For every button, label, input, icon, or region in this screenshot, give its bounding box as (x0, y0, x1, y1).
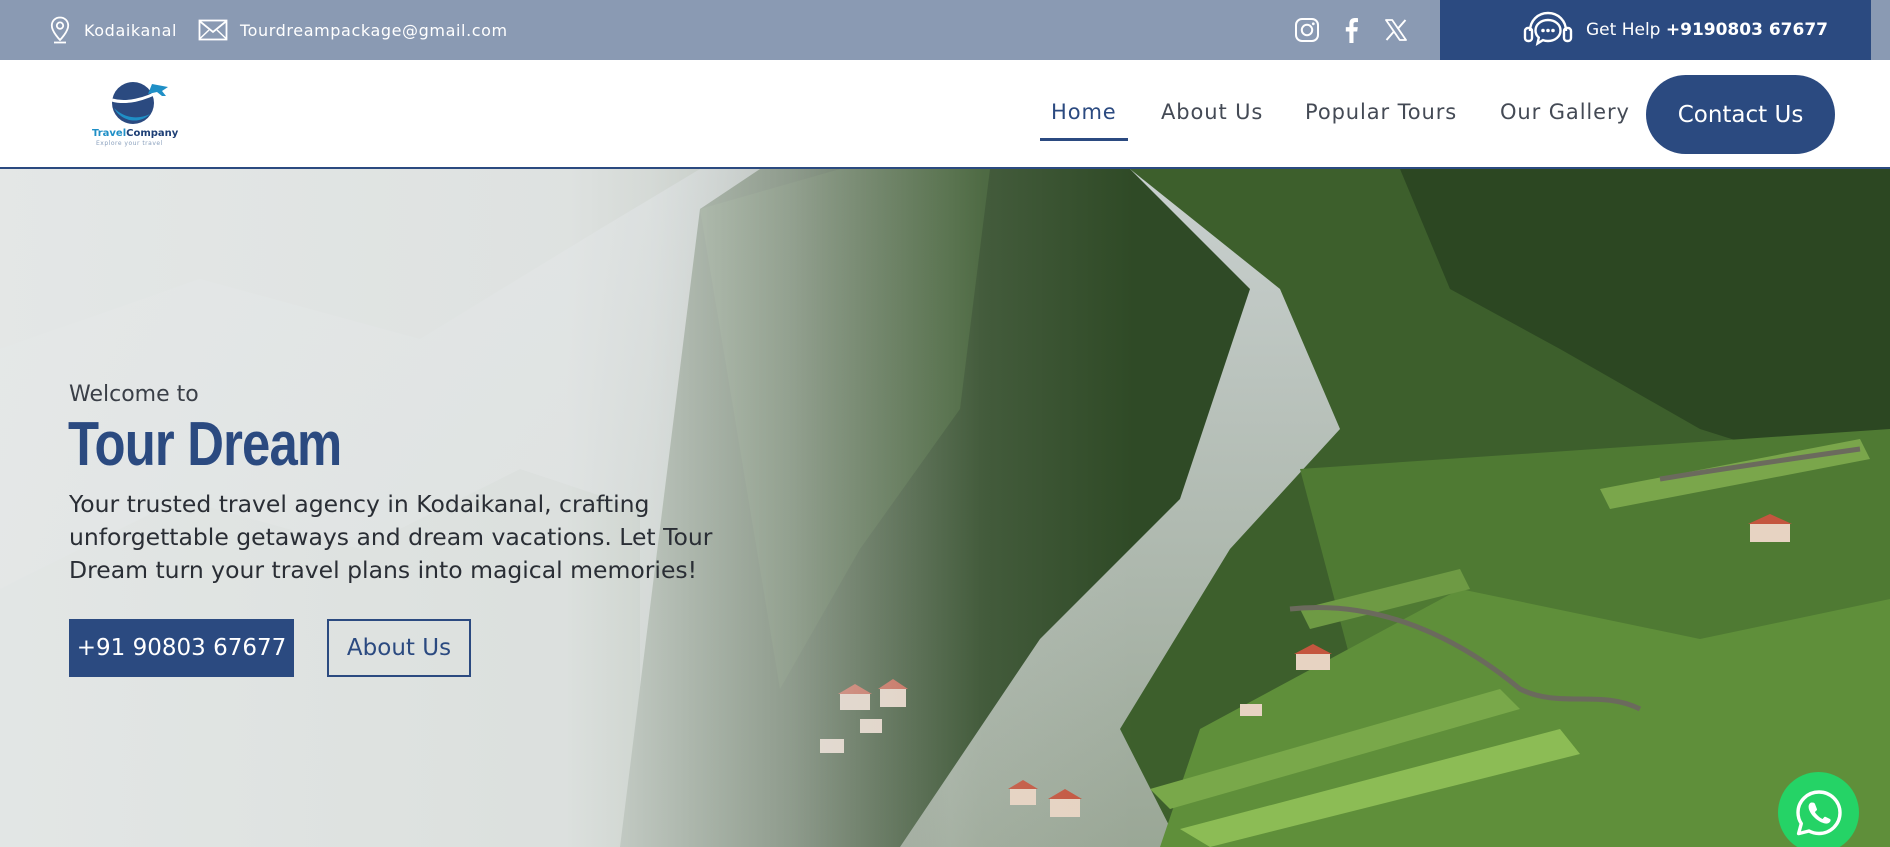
main-nav: TravelCompany Explore your travel Home A… (0, 60, 1890, 169)
nav-our-gallery[interactable]: Our Gallery (1500, 100, 1630, 124)
hero-about-us-button[interactable]: About Us (327, 619, 471, 677)
contact-us-button[interactable]: Contact Us (1646, 75, 1835, 154)
help-text[interactable]: Get Help +9190803 67677 (1586, 20, 1828, 40)
brand-name: TravelCompany (92, 128, 178, 139)
x-link[interactable] (1382, 16, 1410, 44)
whatsapp-button[interactable] (1778, 772, 1859, 847)
brand-part2: Company (126, 128, 179, 139)
top-bar: Kodaikanal Tourdreampackage@gmail.com Ge… (0, 0, 1890, 60)
nav-about-us[interactable]: About Us (1161, 100, 1263, 124)
instagram-icon (1295, 18, 1319, 42)
logo[interactable]: TravelCompany Explore your travel (90, 78, 178, 150)
x-icon (1385, 19, 1407, 41)
help-label: Get Help (1586, 20, 1661, 40)
globe-plane-logo-icon (111, 82, 168, 124)
location-info: Kodaikanal (50, 0, 177, 60)
email-info[interactable]: Tourdreampackage@gmail.com (198, 0, 508, 60)
hero-title: Tour Dream (68, 410, 342, 479)
location-text: Kodaikanal (84, 20, 178, 40)
nav-popular-tours[interactable]: Popular Tours (1305, 100, 1457, 124)
envelope-icon (198, 19, 228, 41)
support-chat-icon (1523, 11, 1573, 47)
location-pin-icon (50, 16, 70, 44)
hero-description: Your trusted travel agency in Kodaikanal… (69, 490, 713, 584)
facebook-icon (1345, 18, 1358, 43)
hero-section: Welcome to Tour Dream Your trusted trave… (0, 169, 1890, 847)
hero-welcome-text: Welcome to (69, 382, 199, 407)
call-phone-button[interactable]: +91 90803 67677 (69, 619, 294, 677)
instagram-link[interactable] (1293, 16, 1321, 44)
brand-tagline: Explore your travel (96, 140, 163, 147)
facebook-link[interactable] (1337, 16, 1365, 44)
whatsapp-icon (1795, 789, 1842, 835)
help-phone: +9190803 67677 (1665, 20, 1828, 40)
nav-home[interactable]: Home (1040, 100, 1128, 141)
brand-part1: Travel (92, 128, 127, 139)
email-link[interactable]: Tourdreampackage@gmail.com (240, 21, 508, 40)
get-help-box[interactable]: Get Help +9190803 67677 (1440, 0, 1871, 60)
